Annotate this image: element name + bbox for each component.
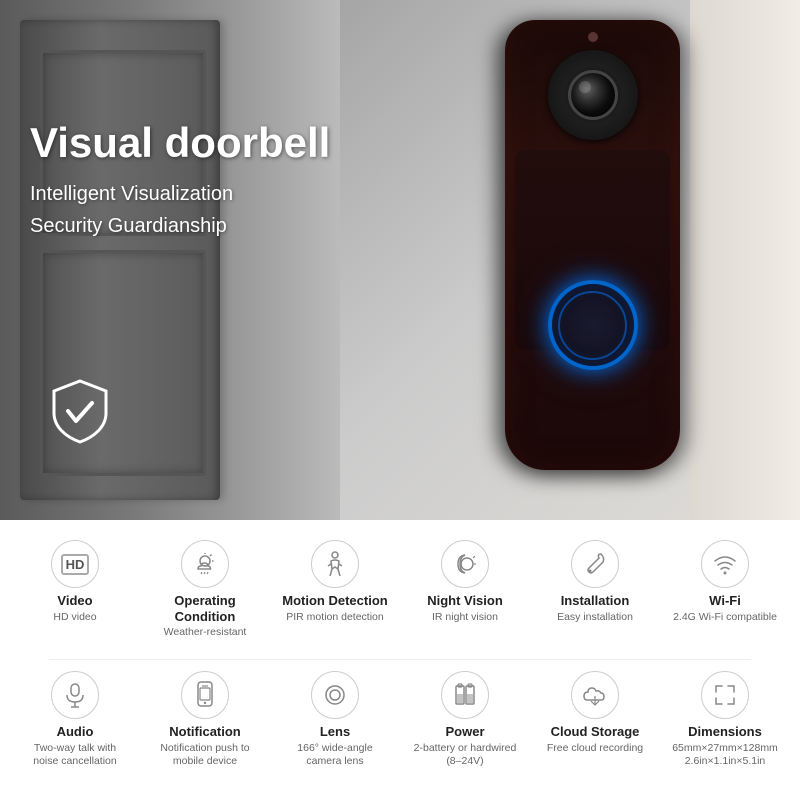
wall-right <box>690 0 800 520</box>
cloud-icon <box>581 684 609 706</box>
power-icon-circle <box>441 671 489 719</box>
audio-name: Audio <box>57 724 94 740</box>
operating-condition-name: Operating Condition <box>152 593 259 624</box>
hero-text: Visual doorbell Intelligent Visualizatio… <box>30 120 330 242</box>
notification-icon-circle <box>181 671 229 719</box>
operating-condition-desc: Weather-resistant <box>164 626 247 640</box>
feature-night-vision: Night Vision IR night vision <box>408 535 523 629</box>
wrench-icon <box>583 552 607 576</box>
motion-detection-name: Motion Detection <box>282 593 387 609</box>
power-desc: 2-battery or hardwired (8–24V) <box>412 742 519 769</box>
feature-notification: Notification Notification push to mobile… <box>148 666 263 774</box>
motion-detection-desc: PIR motion detection <box>286 611 383 625</box>
dimensions-icon <box>712 682 738 708</box>
dimensions-name: Dimensions <box>688 724 762 740</box>
camera-lens <box>568 70 618 120</box>
feature-power: Power 2-battery or hardwired (8–24V) <box>408 666 523 774</box>
feature-dimensions: Dimensions 65mm×27mm×128mm 2.6in×1.1in×5… <box>668 666 783 774</box>
audio-desc: Two-way talk with noise cancellation <box>22 742 129 769</box>
video-desc: HD video <box>53 611 96 625</box>
dimensions-desc: 65mm×27mm×128mm 2.6in×1.1in×5.1in <box>672 742 779 769</box>
power-name: Power <box>445 724 484 740</box>
lens-icon <box>322 682 348 708</box>
mic-icon <box>64 682 86 708</box>
features-row-2: Audio Two-way talk with noise cancellati… <box>10 666 790 790</box>
doorbell-device <box>505 20 680 470</box>
feature-cloud-storage: Cloud Storage Free cloud recording <box>538 666 653 760</box>
night-vision-name: Night Vision <box>427 593 503 609</box>
feature-lens: Lens 166° wide-angle camera lens <box>278 666 393 774</box>
audio-icon-circle <box>51 671 99 719</box>
operating-condition-icon-circle <box>181 540 229 588</box>
cloud-storage-desc: Free cloud recording <box>547 742 643 756</box>
lens-icon-circle <box>311 671 359 719</box>
features-divider <box>49 659 751 660</box>
night-vision-icon-circle <box>441 540 489 588</box>
notification-desc: Notification push to mobile device <box>152 742 259 769</box>
installation-desc: Easy installation <box>557 611 633 625</box>
notification-name: Notification <box>169 724 241 740</box>
feature-installation: Installation Easy installation <box>538 535 653 629</box>
weather-icon <box>192 553 218 575</box>
wifi-name: Wi-Fi <box>709 593 741 609</box>
phone-icon <box>195 681 215 709</box>
night-vision-desc: IR night vision <box>432 611 498 625</box>
installation-icon-circle <box>571 540 619 588</box>
feature-operating-condition: Operating Condition Weather-resistant <box>148 535 263 645</box>
wifi-desc: 2.4G Wi-Fi compatible <box>673 611 777 625</box>
ring-button[interactable] <box>548 280 638 370</box>
night-vision-icon <box>453 552 477 576</box>
feature-motion-detection: Motion Detection PIR motion detection <box>278 535 393 629</box>
features-section: HD Video HD video Operating Condition <box>0 520 800 800</box>
motion-detection-icon-circle <box>311 540 359 588</box>
cloud-storage-icon-circle <box>571 671 619 719</box>
hd-icon: HD <box>61 554 90 575</box>
hero-title: Visual doorbell <box>30 120 330 166</box>
features-row-1: HD Video HD video Operating Condition <box>10 535 790 659</box>
shield-icon <box>50 379 110 445</box>
feature-audio: Audio Two-way talk with noise cancellati… <box>18 666 133 774</box>
feature-video: HD Video HD video <box>18 535 133 629</box>
video-icon-circle: HD <box>51 540 99 588</box>
dimensions-icon-circle <box>701 671 749 719</box>
feature-wifi: Wi-Fi 2.4G Wi-Fi compatible <box>668 535 783 629</box>
wifi-icon-circle <box>701 540 749 588</box>
lens-name: Lens <box>320 724 350 740</box>
cloud-storage-name: Cloud Storage <box>551 724 640 740</box>
ir-sensor <box>588 32 598 42</box>
shield-container <box>50 379 110 450</box>
hero-subtitle-line1: Intelligent Visualization Security Guard… <box>30 178 330 242</box>
lens-desc: 166° wide-angle camera lens <box>282 742 389 769</box>
battery-icon <box>454 682 476 708</box>
wifi-icon <box>712 553 738 575</box>
camera-area <box>548 50 638 140</box>
video-name: Video <box>57 593 92 609</box>
hero-section: Visual doorbell Intelligent Visualizatio… <box>0 0 800 520</box>
person-motion-icon <box>323 551 347 577</box>
installation-name: Installation <box>561 593 630 609</box>
